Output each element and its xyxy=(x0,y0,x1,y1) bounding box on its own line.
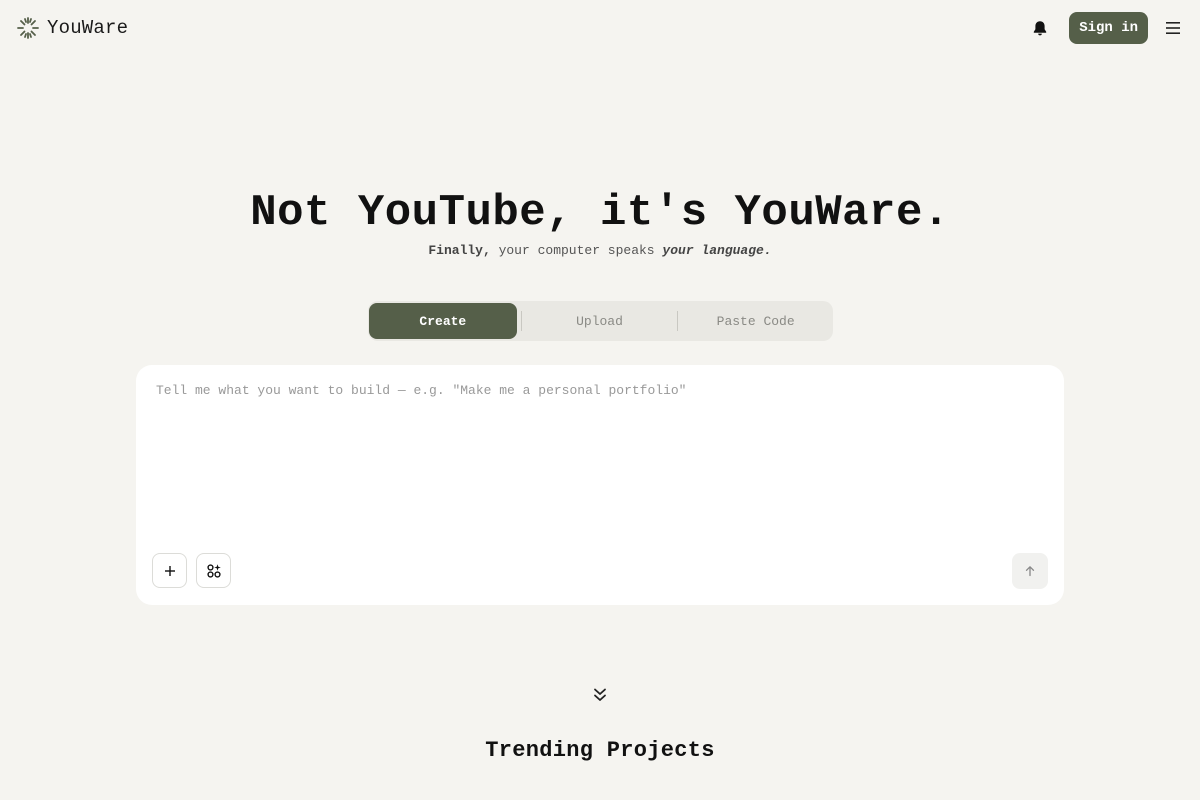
hamburger-menu-icon[interactable] xyxy=(1164,19,1182,37)
attach-button[interactable] xyxy=(152,553,187,588)
hero-subtitle: Finally, your computer speaks your langu… xyxy=(0,243,1200,258)
mode-tabs: Create Upload Paste Code xyxy=(368,301,833,341)
subtitle-bold: Finally, xyxy=(428,243,491,258)
bell-icon[interactable] xyxy=(1031,19,1049,37)
plus-icon xyxy=(164,565,175,576)
send-button[interactable] xyxy=(1012,553,1048,589)
trending-projects-heading: Trending Projects xyxy=(485,738,715,763)
arrow-up-icon xyxy=(1025,566,1035,577)
tab-upload[interactable]: Upload xyxy=(522,303,678,339)
double-chevron-down-icon[interactable] xyxy=(592,686,608,704)
page: YouWare Sign in Not YouTube, it's YouWar… xyxy=(0,0,1200,800)
tab-create[interactable]: Create xyxy=(369,303,517,339)
top-nav: YouWare Sign in xyxy=(0,0,1200,56)
brand-name: YouWare xyxy=(47,17,129,39)
prompt-input[interactable] xyxy=(156,383,1044,543)
components-button[interactable] xyxy=(196,553,231,588)
brand[interactable]: YouWare xyxy=(16,16,128,40)
youware-logo-icon xyxy=(17,17,39,39)
prompt-box xyxy=(136,365,1064,605)
subtitle-italic: your language. xyxy=(662,243,772,258)
tab-paste-code[interactable]: Paste Code xyxy=(678,303,833,339)
sign-in-button[interactable]: Sign in xyxy=(1069,12,1148,44)
header-actions: Sign in xyxy=(1031,12,1182,44)
hero-title: Not YouTube, it's YouWare. xyxy=(250,188,950,238)
subtitle-plain: your computer speaks xyxy=(490,243,663,258)
components-sparkle-icon xyxy=(206,563,221,578)
